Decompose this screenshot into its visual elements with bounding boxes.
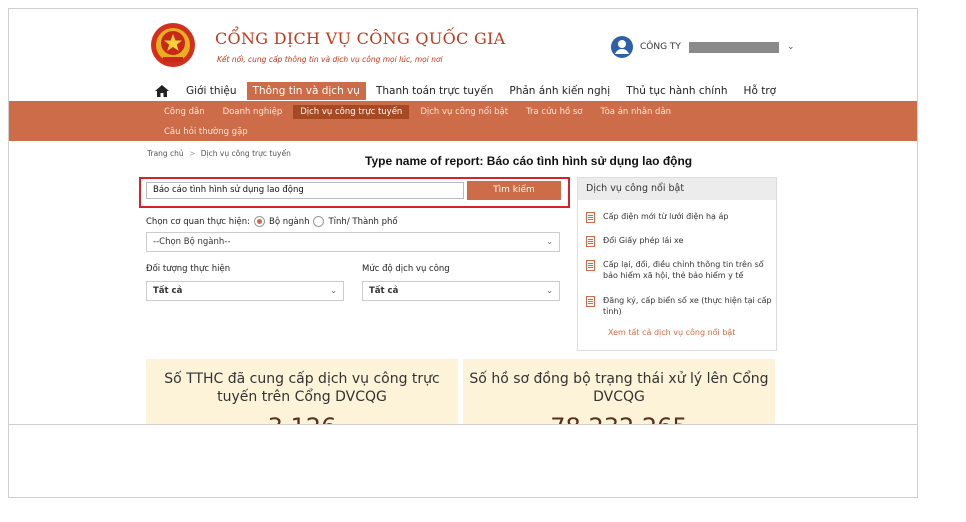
nav-item-gioi-thieu[interactable]: Giới thiệu [180,82,243,100]
nav-item-thu-tuc[interactable]: Thủ tục hành chính [620,82,733,100]
stat-label: Số TTHC đã cung cấp dịch vụ công trực tu… [164,371,440,405]
document-icon [586,260,595,271]
object-label: Đối tượng thực hiện [146,264,231,274]
chevron-down-icon: ⌄ [786,42,795,52]
radio-province[interactable] [313,216,325,227]
featured-item-label: Cấp lại, đổi, điều chỉnh thông tin trên … [603,260,764,280]
agency-label: Chọn cơ quan thực hiện: [146,216,250,227]
chevron-down-icon: ⌄ [330,286,337,295]
level-select-value: Tất cả [369,286,399,296]
featured-services-panel: Dịch vụ công nổi bật Cấp điện mới từ lướ… [577,177,777,351]
nav-item-ho-tro[interactable]: Hỗ trợ [738,82,783,100]
stat-label: Số hồ sơ đồng bộ trạng thái xử lý lên Cổ… [469,371,769,405]
nav-item-thanh-toan[interactable]: Thanh toán trực tuyến [370,82,499,100]
search-input[interactable]: Báo cáo tình hình sử dụng lao động [146,182,464,199]
browser-frame: CỔNG DỊCH VỤ CÔNG QUỐC GIA Kết nối, cung… [8,8,918,498]
main-nav: Giới thiệu Thông tin và dịch vụ Thanh to… [154,81,786,101]
search-button[interactable]: Tìm kiếm [467,181,561,200]
radio-province-label[interactable]: Tỉnh/ Thành phố [328,217,397,227]
subnav-item-tra-cuu-ho-so[interactable]: Tra cứu hồ sơ [519,105,589,119]
featured-item[interactable]: Đổi Giấy phép lái xe [586,235,772,247]
sub-nav: Công dân Doanh nghiệp Dịch vụ công trực … [9,101,917,141]
agency-radio-group: Chọn cơ quan thực hiện: Bộ ngành Tỉnh/ T… [146,216,398,227]
level-label: Mức độ dịch vụ công [362,264,450,274]
breadcrumb-separator: > [189,149,196,158]
featured-item[interactable]: Cấp lại, đổi, điều chỉnh thông tin trên … [586,259,772,281]
object-select-value: Tất cả [153,286,183,296]
featured-item[interactable]: Cấp điện mới từ lưới điện hạ áp [586,211,772,223]
subnav-item-dvc-noi-bat[interactable]: Dịch vụ công nổi bật [413,105,515,119]
featured-panel-title: Dịch vụ công nổi bật [578,178,776,200]
user-menu[interactable]: CÔNG TY ⌄ [610,35,794,59]
featured-see-all-link[interactable]: Xem tất cả dịch vụ công nổi bật [608,328,735,337]
agency-select-value: --Chọn Bộ ngành-- [153,237,231,247]
home-icon[interactable] [154,84,170,98]
brand-title[interactable]: CỔNG DỊCH VỤ CÔNG QUỐC GIA [215,29,506,48]
subnav-item-doanh-nghiep[interactable]: Doanh nghiệp [216,105,290,119]
radio-ministry-label[interactable]: Bộ ngành [269,217,310,227]
object-select[interactable]: Tất cả ⌄ [146,281,344,301]
featured-item-label: Đổi Giấy phép lái xe [603,236,684,245]
level-select[interactable]: Tất cả ⌄ [362,281,560,301]
nav-item-phan-anh[interactable]: Phản ánh kiến nghị [503,82,616,100]
agency-select[interactable]: --Chọn Bộ ngành-- ⌄ [146,232,560,252]
subnav-item-cau-hoi[interactable]: Câu hỏi thường gặp [157,125,255,139]
featured-item-label: Cấp điện mới từ lưới điện hạ áp [603,212,729,221]
user-name: CÔNG TY [640,42,681,52]
brand-tagline: Kết nối, cung cấp thông tin và dịch vụ c… [217,55,443,64]
document-icon [586,236,595,247]
lower-blank-area [9,424,917,497]
subnav-item-toa-an[interactable]: Tòa án nhân dân [594,105,679,119]
breadcrumb-current[interactable]: Dịch vụ công trực tuyến [201,149,291,158]
breadcrumb-home[interactable]: Trang chủ [147,149,184,158]
radio-ministry[interactable] [253,216,265,227]
featured-item[interactable]: Đăng ký, cấp biển số xe (thực hiện tại c… [586,295,772,317]
subnav-item-cong-dan[interactable]: Công dân [157,105,212,119]
document-icon [586,296,595,307]
chevron-down-icon: ⌄ [546,237,553,246]
nav-item-thong-tin-dich-vu[interactable]: Thông tin và dịch vụ [246,82,366,100]
featured-item-label: Đăng ký, cấp biển số xe (thực hiện tại c… [603,296,772,316]
subnav-item-dvc-truc-tuyen[interactable]: Dịch vụ công trực tuyến [293,105,410,119]
chevron-down-icon: ⌄ [546,286,553,295]
document-icon [586,212,595,223]
user-avatar-icon [611,36,633,58]
breadcrumb: Trang chủ > Dịch vụ công trực tuyến [147,149,291,158]
instruction-annotation: Type name of report: Báo cáo tình hình s… [365,154,693,168]
redacted-company-name [688,41,779,53]
national-emblem-icon [151,23,195,67]
